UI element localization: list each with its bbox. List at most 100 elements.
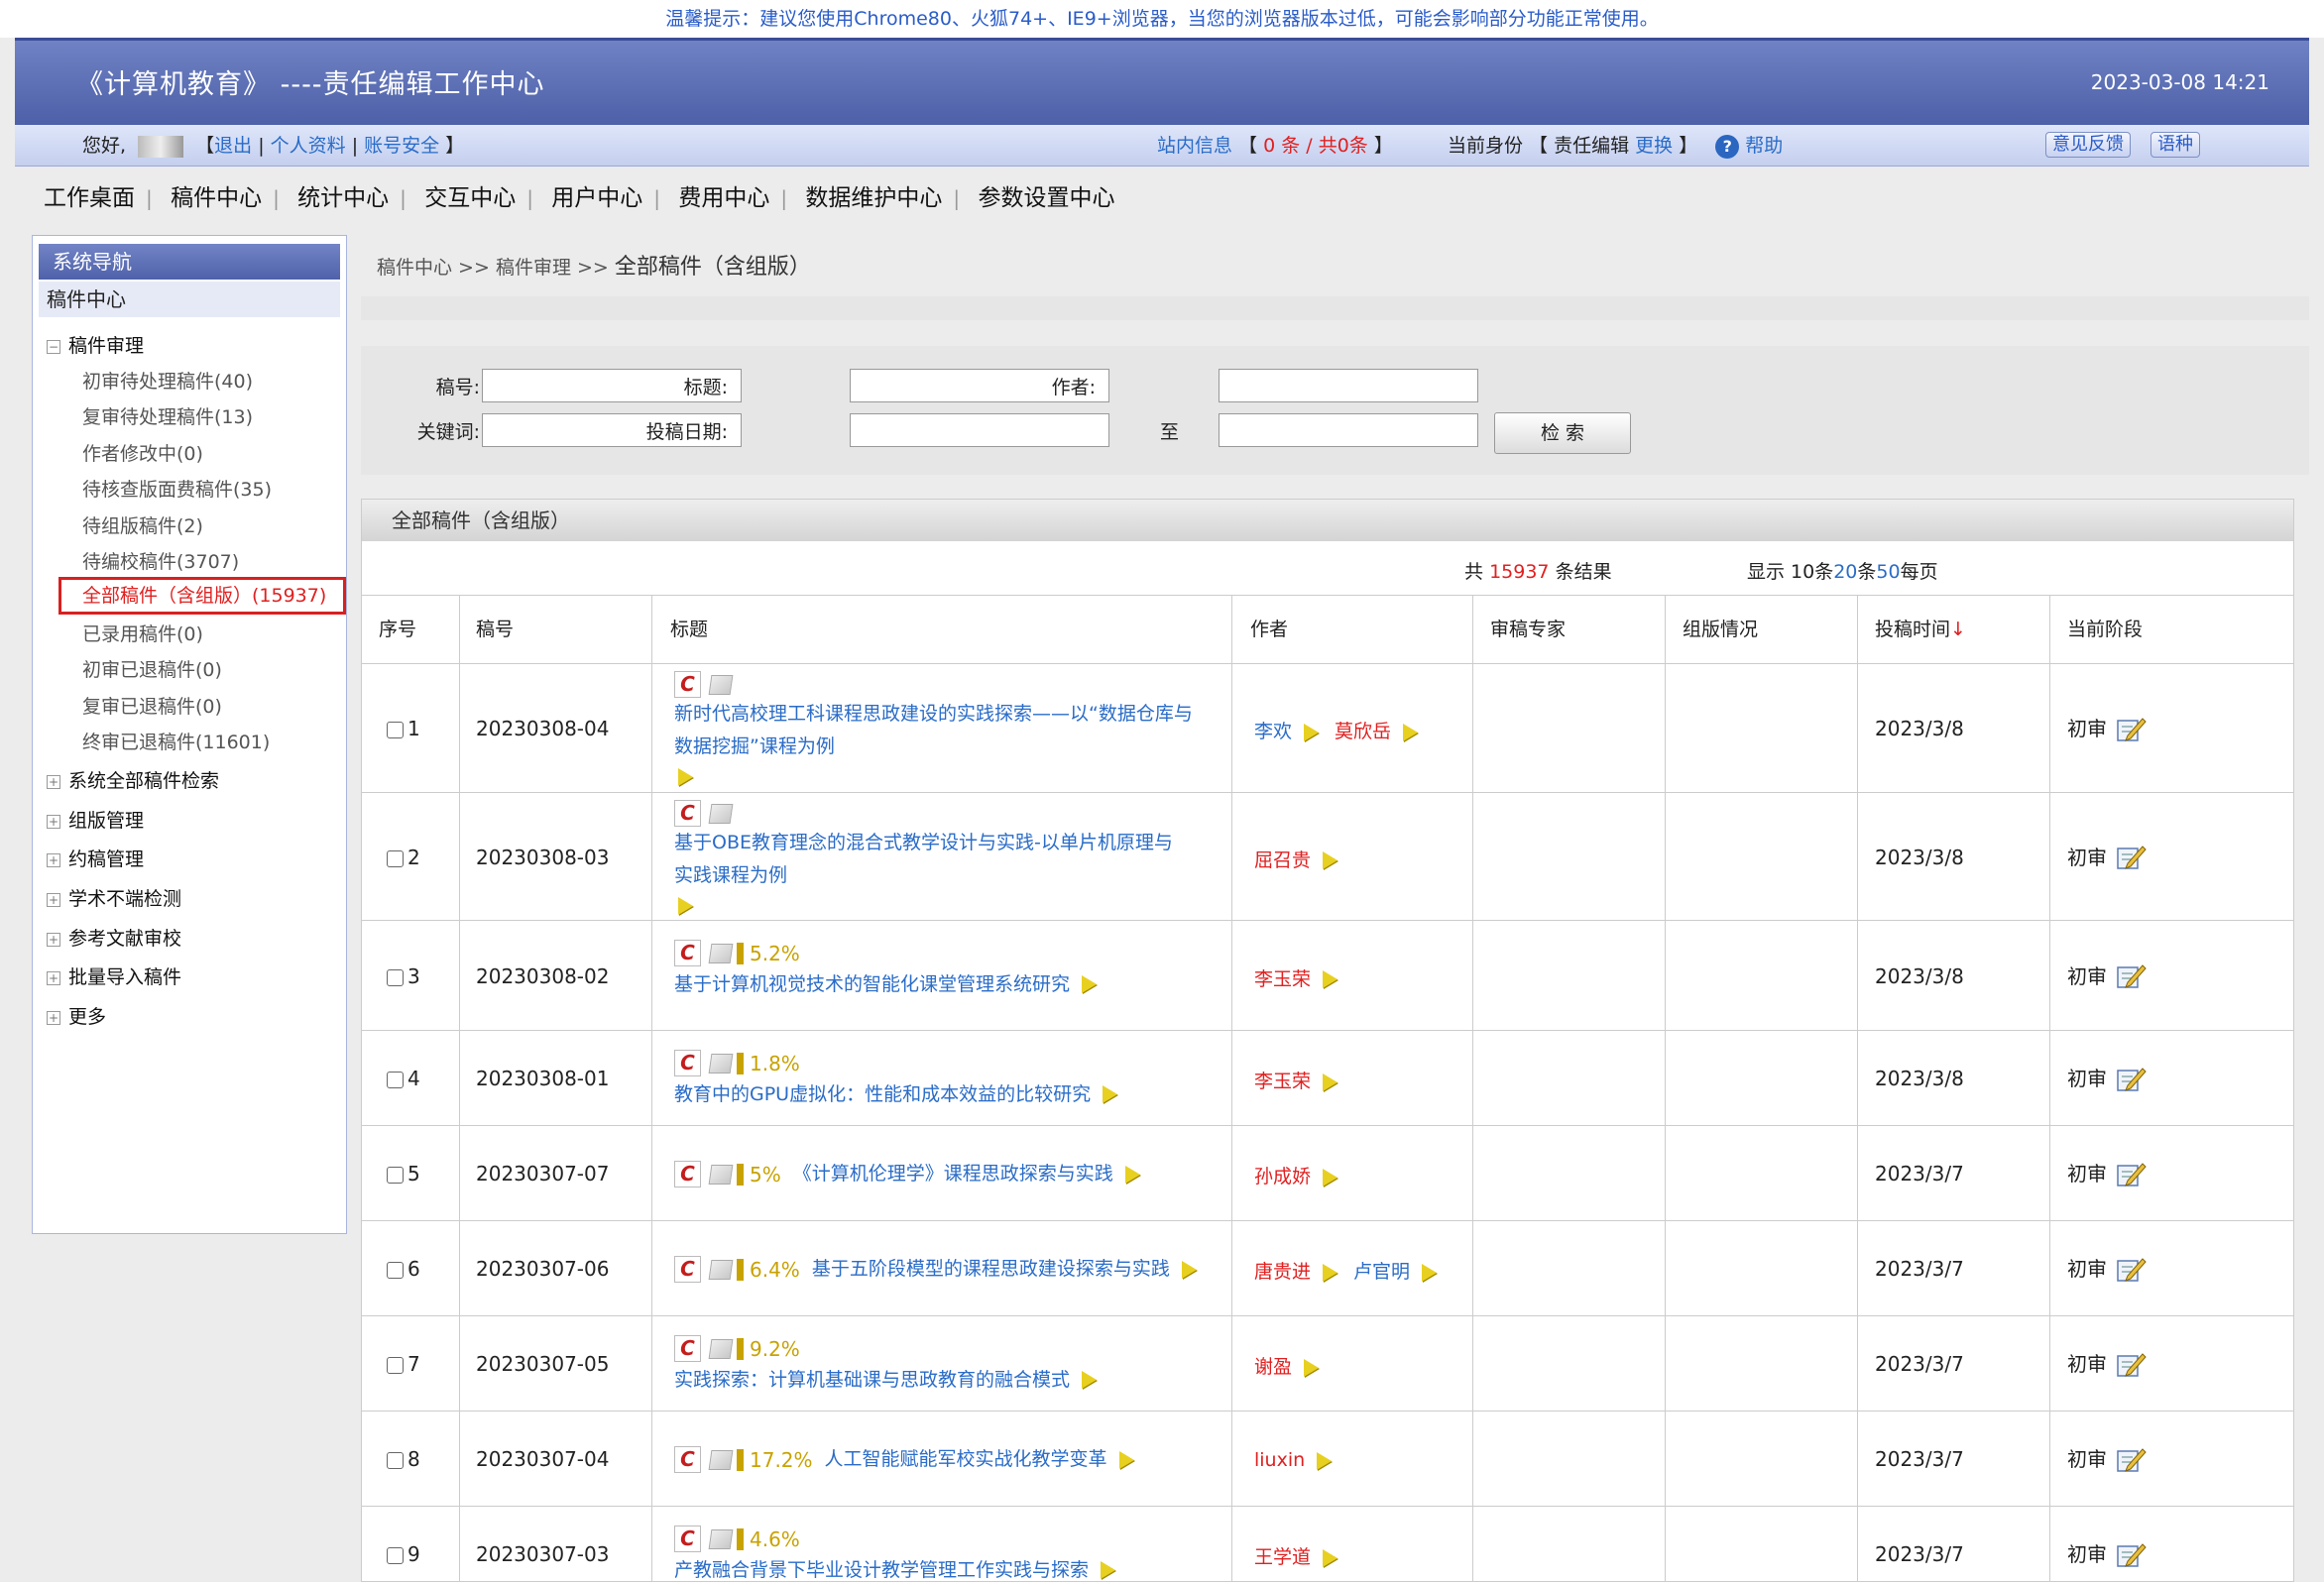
document-icon[interactable] — [708, 1338, 734, 1359]
row-checkbox[interactable] — [387, 1262, 404, 1279]
document-icon[interactable] — [708, 674, 734, 695]
edit-icon[interactable] — [2115, 1542, 2147, 1570]
edit-icon[interactable] — [2115, 963, 2147, 991]
cnki-c-icon[interactable]: C — [674, 1526, 701, 1552]
expand-arrow-icon[interactable] — [1082, 975, 1098, 993]
edit-icon[interactable] — [2115, 717, 2147, 744]
date-to-input[interactable] — [1219, 413, 1478, 447]
expand-icon[interactable]: + — [47, 774, 60, 789]
date-from-input[interactable] — [850, 413, 1109, 447]
author-link[interactable]: liuxin — [1254, 1449, 1305, 1471]
row-checkbox[interactable] — [387, 1547, 404, 1564]
sidebar-item[interactable]: 复审待处理稿件(13) — [82, 402, 253, 429]
expand-arrow-icon[interactable] — [1082, 1371, 1098, 1389]
document-icon[interactable] — [708, 1528, 734, 1549]
nav-settings[interactable]: 参数设置中心 — [978, 185, 1114, 211]
sidebar-item[interactable]: 待编校稿件(3707) — [82, 547, 239, 574]
author-link[interactable]: 卢官明 — [1353, 1261, 1410, 1283]
expand-icon[interactable]: + — [47, 970, 60, 985]
sidebar-group[interactable]: + 约稿管理 — [47, 845, 144, 871]
cnki-c-icon[interactable]: C — [674, 800, 701, 827]
nav-statistics[interactable]: 统计中心 — [297, 185, 389, 211]
author-link[interactable]: 李玉荣 — [1254, 968, 1311, 990]
nav-desk[interactable]: 工作桌面 — [44, 185, 135, 211]
cnki-c-icon[interactable]: C — [674, 1256, 701, 1283]
row-checkbox[interactable] — [387, 849, 404, 867]
author-link[interactable]: 孙成娇 — [1254, 1166, 1311, 1187]
sidebar-item[interactable]: 作者修改中(0) — [82, 439, 203, 466]
feedback-button[interactable]: 意见反馈 — [2044, 132, 2131, 158]
collapse-icon[interactable]: − — [47, 339, 60, 354]
author-link[interactable]: 李欢 — [1254, 721, 1292, 742]
sidebar-item[interactable]: 初审待处理稿件(40) — [82, 367, 253, 394]
expand-icon[interactable]: + — [47, 892, 60, 907]
expand-arrow-icon[interactable] — [1124, 1165, 1140, 1184]
edit-icon[interactable] — [2115, 1447, 2147, 1475]
help-link[interactable]: 帮助 — [1745, 135, 1783, 157]
author-arrow-icon[interactable] — [1323, 1073, 1338, 1091]
sidebar-group[interactable]: + 更多 — [47, 1002, 106, 1029]
sidebar-item[interactable]: 已录用稿件(0) — [82, 620, 203, 646]
page-size-50[interactable]: 50 — [1876, 561, 1900, 583]
expand-arrow-icon[interactable] — [678, 767, 693, 786]
document-icon[interactable] — [708, 803, 734, 824]
author-link[interactable]: 屈召贵 — [1254, 849, 1311, 871]
security-link[interactable]: 账号安全 — [364, 135, 439, 157]
author-arrow-icon[interactable] — [1304, 1358, 1320, 1377]
sidebar-item-all-active[interactable]: 全部稿件（含组版）(15937) — [58, 577, 346, 615]
author-link[interactable]: 王学道 — [1254, 1546, 1311, 1568]
row-checkbox[interactable] — [387, 1452, 404, 1469]
cnki-c-icon[interactable]: C — [674, 1161, 701, 1187]
sidebar-item[interactable]: 复审已退稿件(0) — [82, 692, 222, 719]
sidebar-section[interactable]: 稿件中心 — [39, 282, 340, 317]
col-date[interactable]: 投稿时间↓ — [1875, 596, 1966, 663]
row-checkbox[interactable] — [387, 968, 404, 986]
cnki-c-icon[interactable]: C — [674, 1446, 701, 1473]
document-icon[interactable] — [708, 1259, 734, 1280]
author-arrow-icon[interactable] — [1317, 1451, 1333, 1470]
edit-icon[interactable] — [2115, 1162, 2147, 1189]
sidebar-group[interactable]: + 批量导入稿件 — [47, 962, 181, 989]
search-button[interactable]: 检 索 — [1494, 412, 1631, 454]
title-link[interactable]: 基于五阶段模型的课程思政建设探索与实践 — [812, 1258, 1170, 1280]
title-link[interactable]: 实践探索：计算机基础课与思政教育的融合模式 — [674, 1364, 1224, 1397]
cnki-c-icon[interactable]: C — [674, 1050, 701, 1076]
title-link[interactable]: 基于计算机视觉技术的智能化课堂管理系统研究 — [674, 968, 1224, 1001]
sidebar-item[interactable]: 待核查版面费稿件(35) — [82, 475, 272, 502]
row-checkbox[interactable] — [387, 1167, 404, 1184]
author-link[interactable]: 谢盈 — [1254, 1356, 1292, 1378]
cnki-c-icon[interactable]: C — [674, 940, 701, 966]
author-arrow-icon[interactable] — [1422, 1263, 1438, 1282]
document-icon[interactable] — [708, 1164, 734, 1185]
title-link[interactable]: 产教融合背景下毕业设计教学管理工作实践与探索 — [674, 1554, 1224, 1582]
help-icon[interactable]: ? — [1715, 134, 1740, 159]
logout-link[interactable]: 退出 — [214, 135, 252, 157]
language-button[interactable]: 语种 — [2150, 132, 2200, 158]
page-size-20[interactable]: 20 — [1833, 561, 1857, 583]
title-link[interactable]: 基于OBE教育理念的混合式教学设计与实践-以单片机原理与 实践课程为例 — [674, 827, 1224, 892]
author-arrow-icon[interactable] — [1323, 1548, 1338, 1567]
change-role-link[interactable]: 更换 — [1635, 135, 1673, 157]
edit-icon[interactable] — [2115, 1257, 2147, 1285]
expand-arrow-icon[interactable] — [1181, 1260, 1197, 1279]
author-arrow-icon[interactable] — [1304, 723, 1320, 741]
author-arrow-icon[interactable] — [1403, 723, 1419, 741]
author-link[interactable]: 莫欣岳 — [1335, 721, 1391, 742]
sidebar-group[interactable]: + 系统全部稿件检索 — [47, 766, 219, 793]
author-link[interactable]: 唐贵进 — [1254, 1261, 1311, 1283]
edit-icon[interactable] — [2115, 1067, 2147, 1094]
author-arrow-icon[interactable] — [1323, 970, 1338, 988]
author-link[interactable]: 李玉荣 — [1254, 1071, 1311, 1092]
expand-icon[interactable]: + — [47, 932, 60, 947]
sidebar-group[interactable]: + 参考文献审校 — [47, 924, 181, 951]
title-link[interactable]: 新时代高校理工科课程思政建设的实践探索——以“数据仓库与 数据挖掘”课程为例 — [674, 698, 1224, 763]
sidebar-group[interactable]: + 组版管理 — [47, 806, 144, 833]
sidebar-item[interactable]: 初审已退稿件(0) — [82, 655, 222, 682]
expand-icon[interactable]: + — [47, 852, 60, 867]
nav-data[interactable]: 数据维护中心 — [805, 185, 942, 211]
expand-arrow-icon[interactable] — [1118, 1450, 1134, 1469]
edit-icon[interactable] — [2115, 1352, 2147, 1380]
expand-arrow-icon[interactable] — [1103, 1085, 1118, 1103]
nav-fees[interactable]: 费用中心 — [678, 185, 769, 211]
nav-users[interactable]: 用户中心 — [551, 185, 642, 211]
